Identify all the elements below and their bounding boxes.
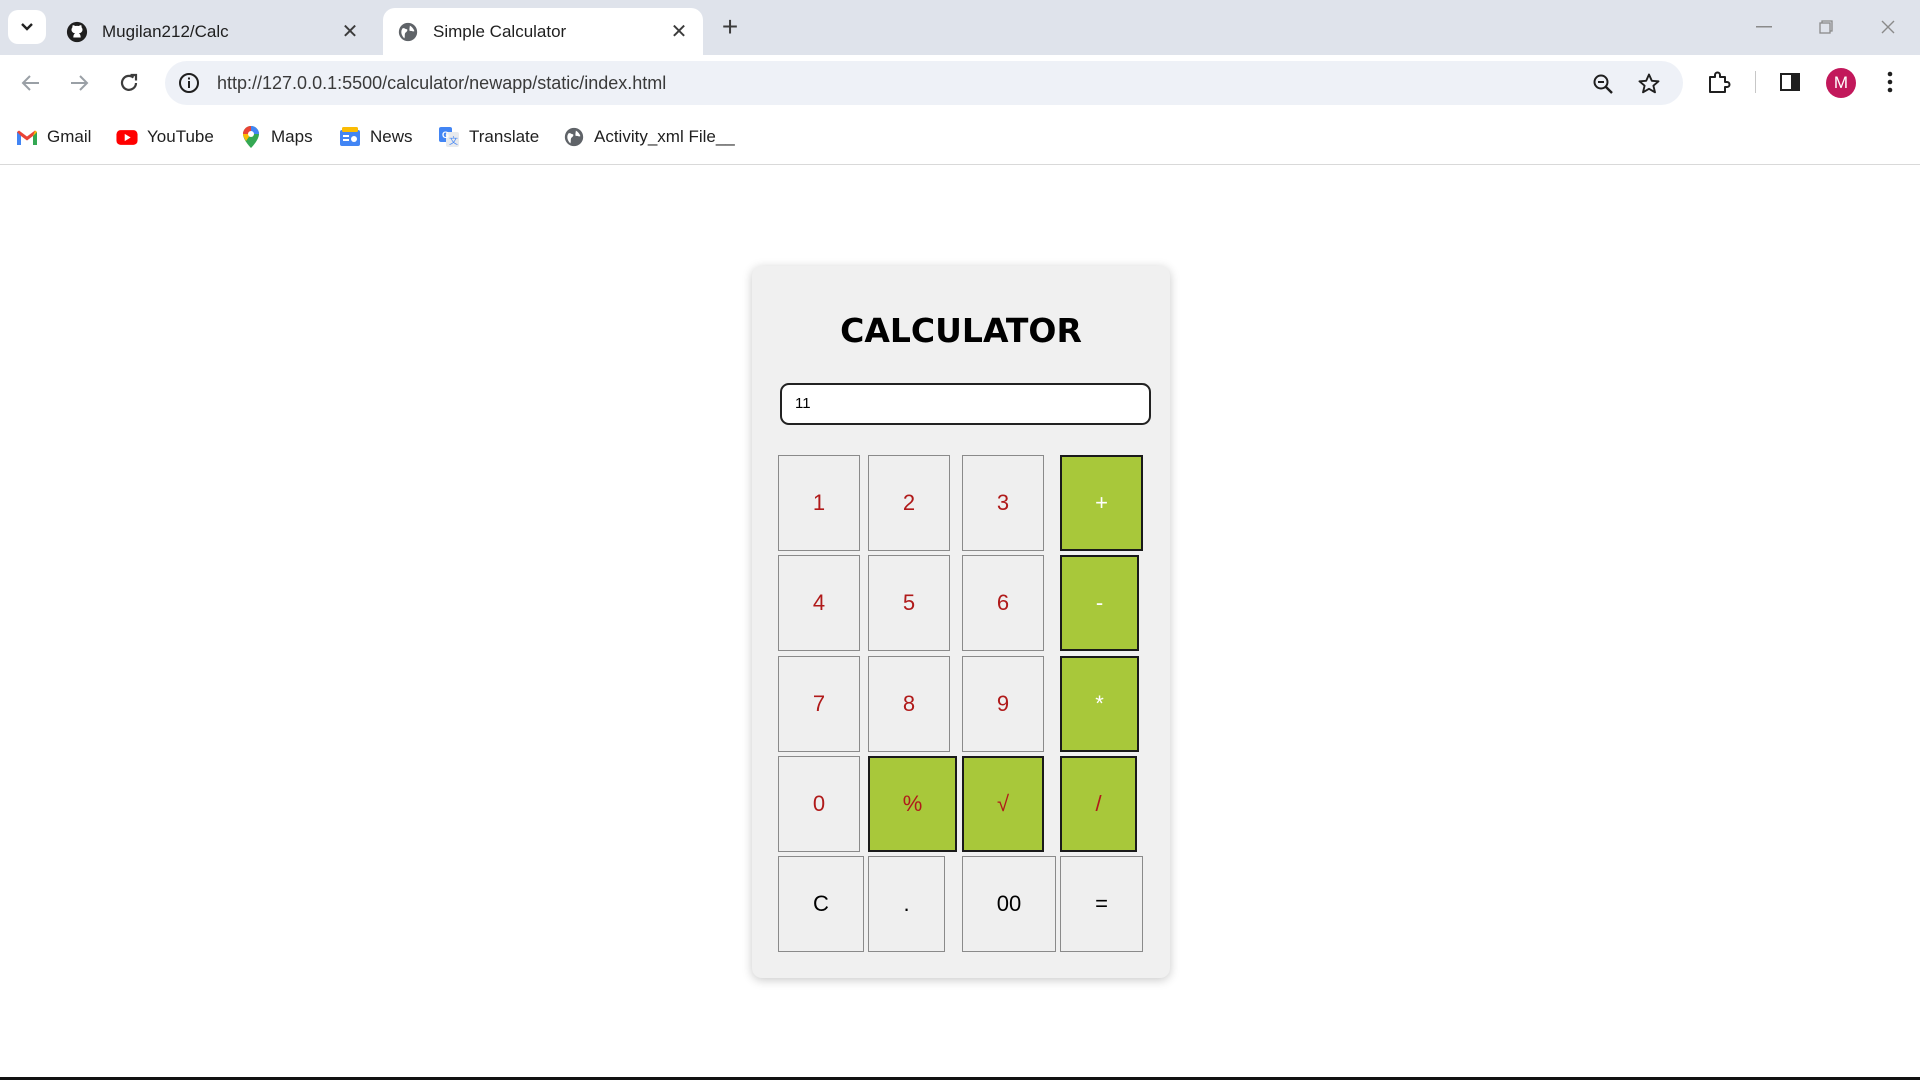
key-7[interactable]: 7	[778, 656, 860, 752]
tab-title: Simple Calculator	[433, 21, 567, 41]
side-panel-icon[interactable]	[1774, 66, 1806, 98]
bookmark-news[interactable]: News	[339, 124, 413, 150]
close-icon[interactable]: ✕	[340, 21, 360, 43]
key-decimal[interactable]: .	[868, 856, 945, 952]
bookmark-maps[interactable]: Maps	[240, 124, 313, 150]
calculator-display[interactable]: 11	[780, 383, 1151, 425]
key-2[interactable]: 2	[868, 455, 950, 551]
arrow-right-icon	[71, 75, 89, 91]
key-5[interactable]: 5	[868, 555, 950, 651]
news-icon	[339, 126, 361, 148]
bookmark-gmail[interactable]: Gmail	[16, 124, 91, 150]
arrow-left-icon	[21, 75, 39, 91]
browser-tab-strip: Mugilan212/Calc ✕ Simple Calculator ✕ +	[0, 0, 1920, 55]
browser-toolbar: http://127.0.0.1:5500/calculator/newapp/…	[0, 55, 1920, 110]
youtube-icon	[116, 126, 138, 148]
key-equals[interactable]: =	[1060, 856, 1143, 952]
gmail-icon	[16, 126, 38, 148]
close-icon[interactable]: ✕	[669, 21, 689, 43]
key-double-zero[interactable]: 00	[962, 856, 1056, 952]
bookmark-label: YouTube	[147, 127, 214, 146]
star-icon[interactable]	[1636, 71, 1662, 97]
bookmark-label: Activity_xml File__	[594, 127, 735, 146]
key-9[interactable]: 9	[962, 656, 1044, 752]
key-plus[interactable]: +	[1060, 455, 1143, 551]
calculator-title: CALCULATOR	[840, 311, 1082, 350]
bookmark-label: News	[370, 127, 413, 146]
tab-simple-calculator[interactable]: Simple Calculator ✕	[383, 8, 703, 55]
tab-github[interactable]: Mugilan212/Calc ✕	[52, 8, 374, 55]
restore-icon[interactable]	[1804, 8, 1848, 46]
key-4[interactable]: 4	[778, 555, 860, 651]
bookmark-label: Translate	[469, 127, 540, 146]
globe-icon	[398, 22, 418, 41]
translate-icon: G文	[438, 126, 460, 148]
maps-icon	[240, 126, 262, 148]
bookmark-label: Gmail	[47, 127, 92, 146]
bookmark-label: Maps	[271, 127, 313, 146]
address-bar[interactable]: http://127.0.0.1:5500/calculator/newapp/…	[165, 61, 1683, 105]
more-menu-icon[interactable]	[1874, 66, 1906, 98]
key-sqrt[interactable]: √	[962, 756, 1044, 852]
key-percent[interactable]: %	[868, 756, 957, 852]
key-clear[interactable]: C	[778, 856, 864, 952]
bookmarks-bar: Gmail YouTube Maps News G文 Translate Act…	[0, 110, 1920, 165]
tab-search-button[interactable]	[8, 10, 46, 44]
info-icon[interactable]	[177, 71, 201, 95]
reload-button[interactable]	[112, 66, 146, 100]
svg-text:文: 文	[449, 135, 458, 146]
url-text[interactable]: http://127.0.0.1:5500/calculator/newapp/…	[217, 61, 666, 105]
bookmark-youtube[interactable]: YouTube	[116, 124, 214, 150]
zoom-icon[interactable]	[1590, 71, 1616, 97]
forward-button[interactable]	[62, 66, 96, 100]
github-icon	[66, 21, 88, 42]
key-3[interactable]: 3	[962, 455, 1044, 551]
bookmark-translate[interactable]: G文 Translate	[438, 124, 539, 150]
extensions-icon[interactable]	[1702, 66, 1734, 98]
close-window-icon[interactable]	[1866, 8, 1910, 46]
key-divide[interactable]: /	[1060, 756, 1137, 852]
key-1[interactable]: 1	[778, 455, 860, 551]
chevron-down-icon	[21, 23, 33, 31]
toolbar-divider	[1755, 71, 1756, 93]
calculator-panel: CALCULATOR 11 1 2 3 + 4 5 6 - 7 8 9 * 0 …	[752, 266, 1170, 978]
new-tab-button[interactable]: +	[716, 11, 744, 42]
back-button[interactable]	[14, 66, 48, 100]
key-8[interactable]: 8	[868, 656, 950, 752]
bookmark-activity-xml[interactable]: Activity_xml File__	[563, 124, 735, 150]
key-multiply[interactable]: *	[1060, 656, 1139, 752]
svg-text:G: G	[442, 130, 449, 140]
key-6[interactable]: 6	[962, 555, 1044, 651]
key-minus[interactable]: -	[1060, 555, 1139, 651]
minimize-icon[interactable]	[1742, 8, 1786, 46]
key-0[interactable]: 0	[778, 756, 860, 852]
tab-title: Mugilan212/Calc	[102, 21, 229, 41]
profile-avatar[interactable]: M	[1826, 68, 1856, 98]
globe-icon	[563, 126, 585, 148]
reload-icon	[120, 73, 138, 91]
